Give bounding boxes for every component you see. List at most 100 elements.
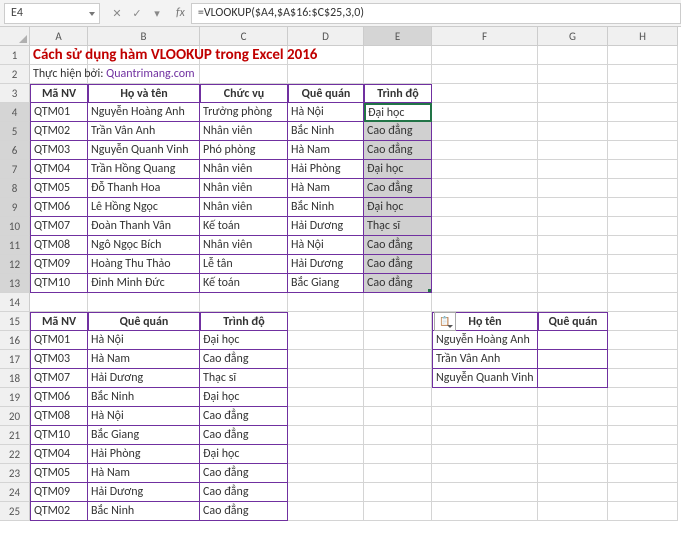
cell[interactable]: QTM07 [30,217,88,236]
cell[interactable]: Cao đẳng [200,464,288,483]
cell[interactable] [538,122,608,141]
table-header[interactable]: Quê quán [288,84,364,103]
cell[interactable] [432,122,538,141]
cell[interactable] [538,331,608,350]
cell[interactable] [288,350,364,369]
table-header[interactable]: Quê quán [88,312,200,331]
cell[interactable]: Trưởng phòng [200,103,288,122]
cell[interactable] [364,350,432,369]
cell[interactable] [608,141,678,160]
cell[interactable]: Cao đẳng [200,483,288,502]
cell[interactable]: QTM05 [30,179,88,198]
cell[interactable] [364,483,432,502]
row-header[interactable]: 25 [0,502,30,521]
cell[interactable]: Hải Phòng [88,445,200,464]
cell[interactable] [608,274,678,293]
row-header[interactable]: 11 [0,236,30,255]
cell[interactable]: Nguyễn Hoàng Anh [88,103,200,122]
cell[interactable] [608,388,678,407]
cell[interactable] [608,426,678,445]
cell[interactable]: Lê Hồng Ngọc [88,198,200,217]
cell[interactable] [288,445,364,464]
cell[interactable]: QTM01 [30,331,88,350]
cell[interactable]: QTM06 [30,198,88,217]
cell[interactable] [200,293,288,312]
col-header-F[interactable]: F [432,27,538,46]
row-header[interactable]: 9 [0,198,30,217]
cell[interactable]: Bắc Ninh [88,502,200,521]
cell[interactable]: Cao đẳng [200,426,288,445]
cell[interactable] [608,198,678,217]
cell[interactable]: Hải Dương [288,255,364,274]
cell[interactable] [608,122,678,141]
paste-options-icon[interactable]: 📋 [434,312,456,331]
cell[interactable]: Thực hiện bởi: Quantrimang.com [30,65,88,84]
cell[interactable] [608,445,678,464]
cell[interactable] [288,369,364,388]
cell[interactable] [538,274,608,293]
cell[interactable]: QTM02 [30,122,88,141]
cell[interactable] [608,84,678,103]
row-header[interactable]: 5 [0,122,30,141]
cell[interactable] [432,274,538,293]
cell[interactable] [538,388,608,407]
cell[interactable] [364,388,432,407]
table-header[interactable]: Trình độ [200,312,288,331]
cell[interactable] [432,217,538,236]
row-header[interactable]: 15 [0,312,30,331]
cell[interactable] [364,46,432,65]
cell[interactable]: QTM05 [30,464,88,483]
table-header[interactable]: Mã NV [30,312,88,331]
cell[interactable] [538,369,608,388]
cell[interactable]: Trần Hồng Quang [88,160,200,179]
row-header[interactable]: 12 [0,255,30,274]
row-header[interactable]: 16 [0,331,30,350]
cell[interactable]: QTM09 [30,483,88,502]
col-header-C[interactable]: C [200,27,288,46]
cell[interactable] [608,407,678,426]
cell[interactable] [364,293,432,312]
cell[interactable] [608,179,678,198]
row-header[interactable]: 8 [0,179,30,198]
row-header[interactable]: 6 [0,141,30,160]
cell[interactable] [288,331,364,350]
cell[interactable]: QTM06 [30,388,88,407]
cell[interactable] [288,407,364,426]
cell[interactable]: Cao đẳng [364,255,432,274]
cell[interactable]: Nguyễn Hoàng Anh [432,331,538,350]
cell[interactable] [364,312,432,331]
cell[interactable] [432,407,538,426]
cell[interactable]: Hà Nam [88,464,200,483]
cell[interactable]: Đỗ Thanh Hoa [88,179,200,198]
cell[interactable] [538,46,608,65]
cell[interactable] [432,502,538,521]
cell[interactable] [364,331,432,350]
col-header-B[interactable]: B [88,27,200,46]
row-header[interactable]: 21 [0,426,30,445]
cell[interactable]: Đại học [200,388,288,407]
cell[interactable]: Nhân viên [200,198,288,217]
cell[interactable] [432,198,538,217]
cell[interactable] [432,255,538,274]
cell[interactable] [364,407,432,426]
cell[interactable]: Bắc Ninh [288,198,364,217]
cell[interactable] [432,236,538,255]
cell[interactable]: Đại học [364,160,432,179]
cell[interactable] [608,236,678,255]
cell[interactable]: Cao đẳng [364,179,432,198]
row-header[interactable]: 17 [0,350,30,369]
row-header[interactable]: 22 [0,445,30,464]
cell[interactable]: Hải Phòng [288,160,364,179]
cell[interactable]: Hà Nội [88,331,200,350]
cell[interactable] [288,65,364,84]
cell[interactable]: Bắc Giang [288,274,364,293]
cell[interactable] [432,46,538,65]
table-header[interactable]: Trình độ [364,84,432,103]
cell[interactable] [608,103,678,122]
cell[interactable] [432,65,538,84]
cell[interactable] [538,407,608,426]
cell[interactable] [288,426,364,445]
table-header[interactable]: Họ và tên [88,84,200,103]
table-header[interactable]: Mã NV [30,84,88,103]
cell[interactable] [538,426,608,445]
